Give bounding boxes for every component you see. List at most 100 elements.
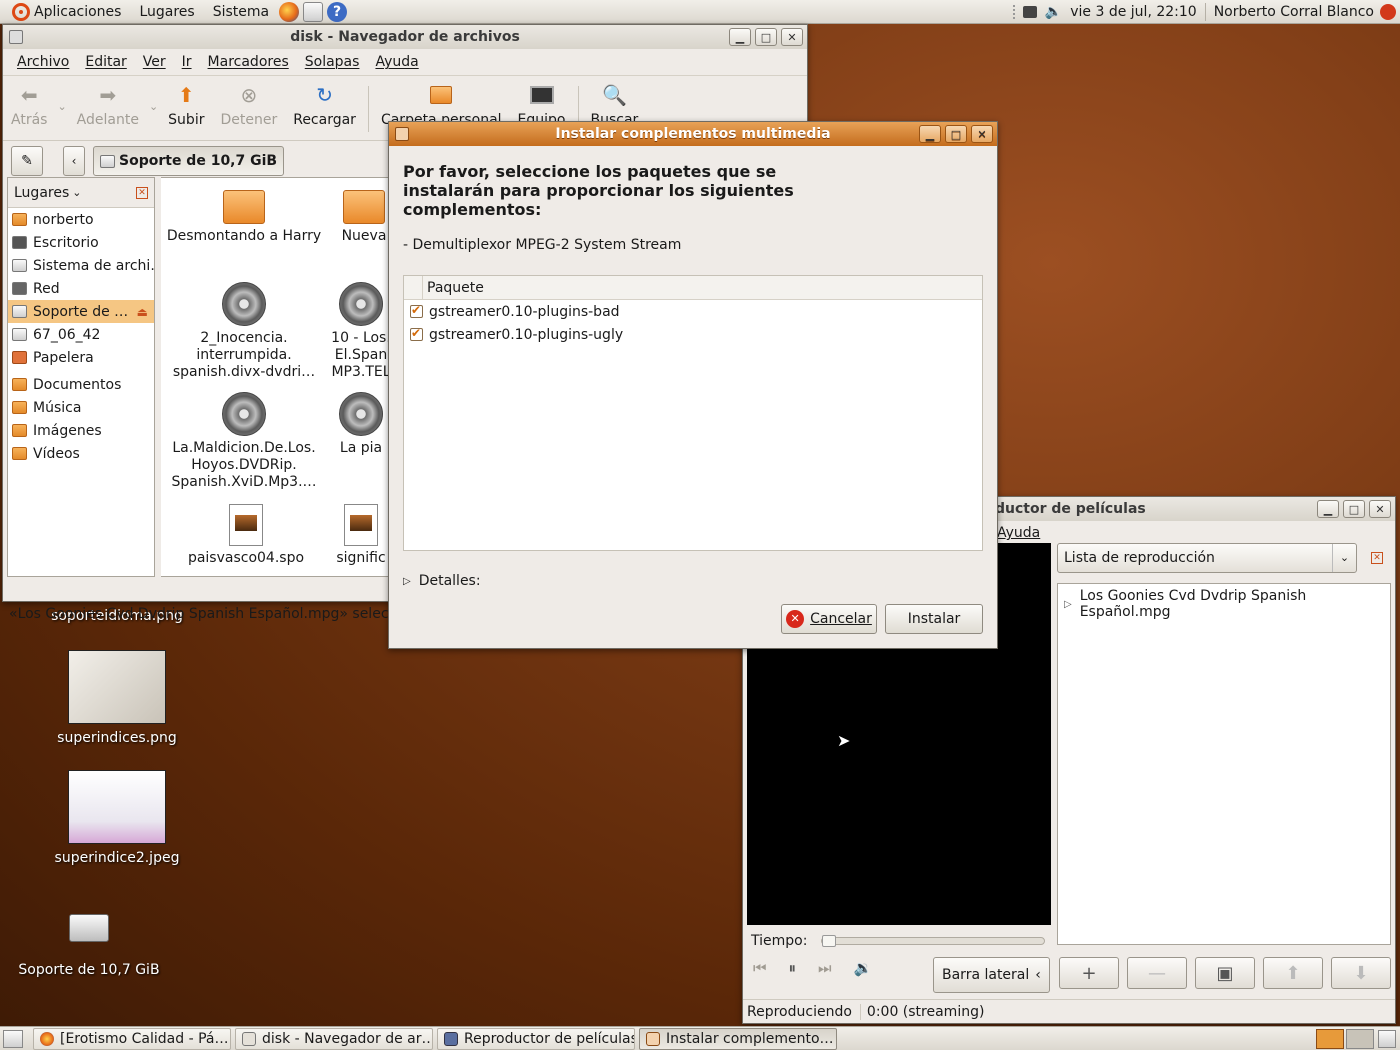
mail-icon[interactable]	[303, 1, 324, 22]
back-history-dropdown[interactable]: ⌄	[55, 100, 68, 113]
cancel-button[interactable]: ✕ Cancelar	[781, 604, 877, 634]
move-down-button[interactable]: ⬇	[1331, 957, 1391, 989]
file-item[interactable]: La.Maldicion.De.Los. Hoyos.DVDRip. Spani…	[161, 392, 329, 491]
menu-ayuda[interactable]: Ayuda	[997, 525, 1040, 541]
minimize-button[interactable]: ▁	[729, 28, 751, 46]
close-button[interactable]: ✕	[971, 125, 993, 143]
back-button[interactable]: ⬅ Atrás	[3, 82, 55, 128]
maximize-button[interactable]: □	[1343, 500, 1365, 518]
sidebar-item-videos[interactable]: Vídeos	[8, 442, 154, 465]
menu-marcadores[interactable]: Marcadores	[200, 54, 297, 70]
menu-ir[interactable]: Ir	[174, 54, 200, 70]
sidebar-combo[interactable]: Lista de reproducción ⌄	[1057, 543, 1357, 573]
file-item[interactable]: signific	[321, 504, 392, 567]
user-name[interactable]: Norberto Corral Blanco	[1214, 4, 1374, 20]
pause-icon[interactable]: ⏸	[789, 959, 797, 977]
file-item[interactable]: paisvasco04.spo	[161, 504, 331, 567]
file-item[interactable]: Nueva	[309, 190, 392, 245]
close-sidebar-icon[interactable]: ✕	[136, 187, 148, 199]
sidebar-item-music[interactable]: Música	[8, 396, 154, 419]
help-icon[interactable]: ?	[327, 1, 348, 22]
menu-archivo[interactable]: Archivo	[9, 54, 77, 70]
chevron-down-icon[interactable]: ⌄	[72, 186, 81, 199]
column-header-package[interactable]: Paquete	[422, 275, 484, 300]
sidebar-item-volume[interactable]: 67_06_42	[8, 323, 154, 346]
sidebar-item-home[interactable]: norberto	[8, 208, 154, 231]
volume-icon[interactable]: 🔉	[854, 959, 873, 977]
move-up-button[interactable]: ⬆	[1263, 957, 1323, 989]
up-button[interactable]: ⬆ Subir	[160, 82, 212, 128]
desktop-icon-superindices[interactable]: superindices.png	[42, 650, 192, 746]
stop-button[interactable]: ⊗ Detener	[212, 82, 285, 128]
clock[interactable]: vie 3 de jul, 22:10	[1070, 4, 1196, 20]
taskbar-item-browser[interactable]: [Erotismo Calidad - Pá…	[33, 1027, 231, 1050]
maximize-button[interactable]: □	[945, 125, 967, 143]
sidebar-item-desktop[interactable]: Escritorio	[8, 231, 154, 254]
minimize-button[interactable]: ▁	[1317, 500, 1339, 518]
sidebar-item-trash[interactable]: Papelera	[8, 346, 154, 369]
forward-history-dropdown[interactable]: ⌄	[147, 100, 160, 113]
workspace-2[interactable]	[1346, 1028, 1374, 1049]
taskbar-item-install-dialog[interactable]: Instalar complemento…	[639, 1027, 837, 1050]
desktop-icon-superindice2[interactable]: superindice2.jpeg	[42, 770, 192, 866]
window-menu-icon[interactable]	[395, 127, 409, 141]
desktop-icon-drive[interactable]: Soporte de 10,7 GiB	[14, 914, 164, 978]
sidebar-type-selector[interactable]: Lugares	[14, 185, 69, 201]
menu-solapas[interactable]: Solapas	[297, 54, 368, 70]
menu-ver[interactable]: Ver	[135, 54, 174, 70]
sidebar-item-network[interactable]: Red	[8, 277, 154, 300]
install-button[interactable]: Instalar	[885, 604, 983, 634]
sidebar-item-drive[interactable]: Soporte de … ⏏	[8, 300, 154, 323]
next-icon[interactable]: ⏭	[818, 959, 832, 977]
sidebar-item-images[interactable]: Imágenes	[8, 419, 154, 442]
dialog-titlebar[interactable]: Instalar complementos multimedia ▁ □ ✕	[389, 122, 997, 146]
menu-ayuda[interactable]: Ayuda	[367, 54, 426, 70]
maximize-button[interactable]: □	[755, 28, 777, 46]
applications-menu[interactable]: Aplicaciones	[6, 2, 127, 21]
file-manager-titlebar[interactable]: disk - Navegador de archivos ▁ □ ✕	[3, 25, 807, 49]
package-checkbox[interactable]	[410, 303, 423, 318]
file-item[interactable]: La pia	[321, 392, 392, 457]
workspace-1[interactable]	[1316, 1028, 1344, 1049]
volume-icon[interactable]: 🔈	[1045, 4, 1062, 20]
package-row[interactable]: gstreamer0.10-plugins-bad	[404, 300, 982, 323]
close-button[interactable]: ✕	[1369, 500, 1391, 518]
path-button-current[interactable]: Soporte de 10,7 GiB	[93, 146, 285, 176]
firefox-icon[interactable]	[279, 1, 300, 22]
save-button[interactable]: ▣	[1195, 957, 1255, 989]
power-icon[interactable]	[1380, 3, 1396, 20]
reload-button[interactable]: ↻ Recargar	[285, 82, 364, 128]
menu-editar[interactable]: Editar	[77, 54, 134, 70]
window-menu-icon[interactable]	[9, 30, 23, 44]
file-item[interactable]: 10 - Los. El.Span MP3.TEL	[321, 282, 392, 381]
sidebar-toggle-button[interactable]: Barra lateral ‹	[933, 957, 1050, 993]
details-expander[interactable]: ▷ Detalles:	[403, 573, 983, 589]
close-button[interactable]: ✕	[781, 28, 803, 46]
taskbar-item-file-manager[interactable]: disk - Navegador de ar…	[235, 1027, 433, 1050]
seek-slider[interactable]	[821, 935, 1046, 947]
path-scroll-left-button[interactable]: ‹	[63, 146, 85, 176]
network-icon[interactable]	[1022, 5, 1037, 18]
add-button[interactable]: +	[1059, 957, 1119, 989]
minimize-button[interactable]: ▁	[919, 125, 941, 143]
toggle-location-entry-button[interactable]: ✎	[11, 146, 43, 176]
taskbar-item-player[interactable]: Reproductor de películas	[437, 1027, 635, 1050]
previous-icon[interactable]: ⏮	[753, 959, 767, 977]
sidebar-item-documents[interactable]: Documentos	[8, 373, 154, 396]
eject-icon[interactable]: ⏏	[137, 305, 148, 319]
file-item[interactable]: 2_Inocencia. interrumpida. spanish.divx-…	[161, 282, 329, 381]
sidebar-item-filesystem[interactable]: Sistema de archi…	[8, 254, 154, 277]
package-checkbox[interactable]	[410, 326, 423, 341]
show-desktop-icon[interactable]	[3, 1029, 23, 1048]
places-menu[interactable]: Lugares	[133, 4, 200, 20]
seek-handle[interactable]	[822, 935, 837, 947]
forward-button[interactable]: ➡ Adelante	[69, 82, 147, 128]
file-item[interactable]: Desmontando a Harry	[161, 190, 329, 245]
remove-button[interactable]: —	[1127, 957, 1187, 989]
workspace-switcher[interactable]	[1316, 1028, 1374, 1049]
list-item[interactable]: ▷ Los Goonies Cvd Dvdrip Spanish Español…	[1064, 588, 1384, 620]
system-menu[interactable]: Sistema	[207, 4, 275, 20]
trash-applet-icon[interactable]	[1378, 1029, 1396, 1048]
close-sidebar-icon[interactable]: ✕	[1371, 552, 1383, 564]
package-row[interactable]: gstreamer0.10-plugins-ugly	[404, 323, 982, 346]
